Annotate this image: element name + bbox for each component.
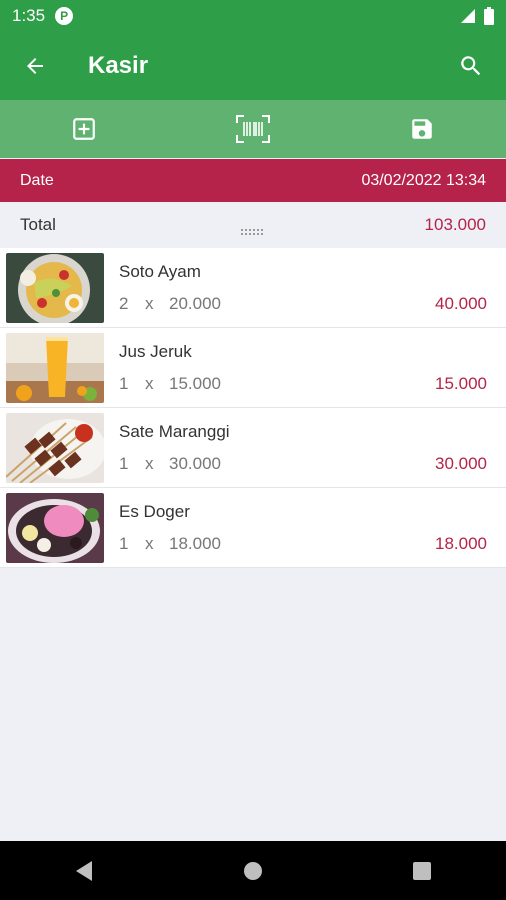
save-icon [411, 119, 432, 139]
food-image-sate-maranggi [6, 412, 104, 483]
item-subtotal: 15.000 [435, 373, 487, 393]
square-recents-icon [412, 861, 431, 880]
item-subtotal: 40.000 [435, 293, 487, 313]
nav-back-button[interactable] [44, 841, 124, 900]
barcode-scan-icon [235, 115, 270, 143]
nav-home-button[interactable] [213, 841, 293, 900]
item-price: 30.000 [169, 453, 221, 473]
search-button[interactable] [436, 32, 506, 100]
list-item[interactable]: Sate Maranggi 1 x 30.000 30.000 [0, 408, 506, 488]
date-value: 03/02/2022 13:34 [361, 171, 486, 189]
save-button[interactable] [392, 104, 452, 154]
item-price: 20.000 [169, 293, 221, 313]
scan-barcode-button[interactable] [223, 104, 283, 154]
item-subtotal: 18.000 [435, 533, 487, 553]
add-item-button[interactable] [54, 104, 114, 154]
item-quantity: 1 [119, 373, 129, 393]
multiply-sign: x [145, 533, 154, 553]
date-row: Date 03/02/2022 13:34 [0, 159, 506, 202]
arrow-left-icon [27, 58, 43, 74]
nav-recents-button[interactable] [382, 841, 462, 900]
system-nav-bar [0, 841, 506, 900]
total-row: Total 103.000 [0, 202, 506, 247]
status-time: 1:35 [12, 6, 46, 25]
drag-handle-icon[interactable] [241, 229, 265, 235]
item-name: Sate Maranggi [119, 421, 230, 441]
battery-icon [484, 7, 494, 25]
food-image-soto-ayam [6, 252, 104, 323]
item-name: Es Doger [119, 501, 190, 521]
search-icon [461, 56, 481, 76]
total-label: Total [20, 214, 56, 234]
triangle-back-icon [76, 860, 93, 881]
item-name: Soto Ayam [119, 261, 201, 281]
status-bar: 1:35 P [0, 0, 506, 32]
order-item-list: Soto Ayam 2 x 20.000 40.000 Jus Jeruk 1 … [0, 248, 506, 568]
item-name: Jus Jeruk [119, 341, 192, 361]
item-quantity: 2 [119, 293, 129, 313]
item-quantity: 1 [119, 533, 129, 553]
action-toolbar [0, 100, 506, 158]
multiply-sign: x [145, 293, 154, 313]
item-quantity: 1 [119, 453, 129, 473]
page-title: Kasir [88, 52, 149, 79]
total-value: 103.000 [424, 214, 486, 234]
circle-home-icon [243, 861, 262, 880]
signal-icon [461, 9, 475, 23]
item-price: 18.000 [169, 533, 221, 553]
back-button[interactable] [0, 32, 70, 100]
app-bar: Kasir [0, 32, 506, 100]
multiply-sign: x [145, 453, 154, 473]
multiply-sign: x [145, 373, 154, 393]
date-label: Date [20, 171, 54, 189]
food-image-jus-jeruk [6, 332, 104, 403]
add-box-icon [73, 118, 96, 140]
list-item[interactable]: Jus Jeruk 1 x 15.000 15.000 [0, 328, 506, 408]
food-image-es-doger [6, 492, 104, 563]
app-notification-icon: P [55, 7, 74, 25]
list-item[interactable]: Es Doger 1 x 18.000 18.000 [0, 488, 506, 568]
item-price: 15.000 [169, 373, 221, 393]
item-subtotal: 30.000 [435, 453, 487, 473]
list-item[interactable]: Soto Ayam 2 x 20.000 40.000 [0, 248, 506, 328]
